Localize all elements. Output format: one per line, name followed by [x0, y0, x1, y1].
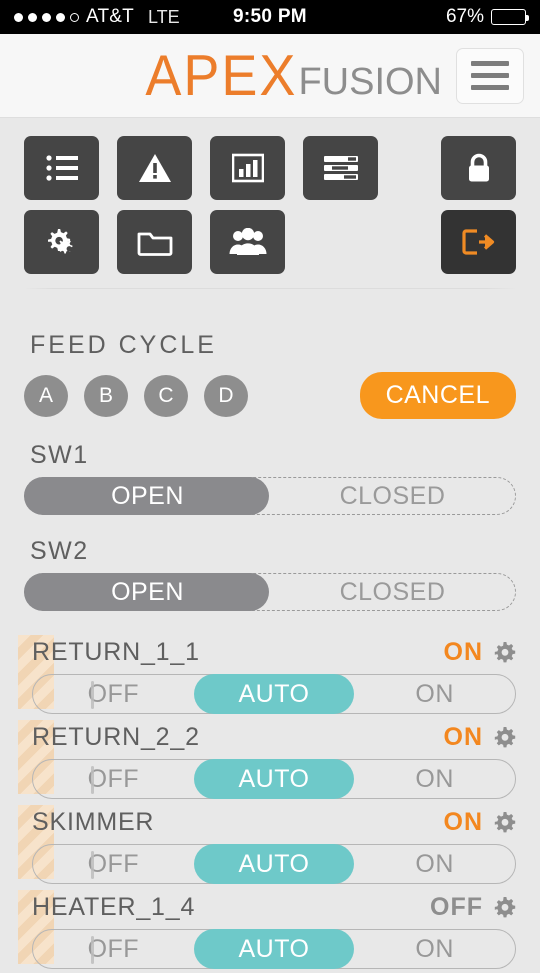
gear-icon[interactable] — [494, 811, 516, 833]
switch-section: SW1 OPEN CLOSED SW2 OPEN CLOSED — [0, 441, 540, 611]
feed-cycle-title: FEED CYCLE — [30, 331, 217, 359]
outlet-list: RETURN_1_1 ON OFF AUTO ON RETURN_2_2 ON — [0, 633, 540, 973]
switch-option-closed[interactable]: CLOSED — [270, 574, 515, 610]
outlet-name-label: RETURN_1_1 — [32, 637, 200, 666]
battery-percent-label: 67% — [445, 6, 484, 27]
list-icon[interactable] — [24, 136, 99, 200]
icon-toolbar — [0, 118, 540, 274]
status-bar-right: 67% — [445, 6, 529, 28]
outlet-mode-toggle[interactable]: OFF AUTO ON — [32, 843, 516, 884]
outlet-mode-on[interactable]: ON — [354, 760, 515, 798]
cancel-button[interactable]: CANCEL — [359, 372, 516, 419]
folder-icon[interactable] — [117, 210, 192, 274]
feed-cycle-controls: A B C D CANCEL — [24, 372, 516, 419]
outlet-mode-toggle[interactable]: OFF AUTO ON — [32, 673, 516, 714]
outlet-mode-off[interactable]: OFF — [33, 675, 194, 713]
lock-icon[interactable] — [441, 136, 516, 200]
outlet-mode-off[interactable]: OFF — [33, 845, 194, 883]
outlet-name-label: SKIMMER — [32, 807, 155, 836]
feed-cycle-button-a[interactable]: A — [24, 374, 68, 417]
sliders-icon[interactable] — [303, 136, 378, 200]
app-logo: APEX FUSION — [145, 43, 442, 108]
outlet-toggle-divider — [90, 766, 94, 794]
toolbar-row-1 — [24, 136, 516, 200]
outlet-mode-toggle[interactable]: OFF AUTO ON — [32, 758, 516, 799]
app-header: APEX FUSION — [0, 34, 540, 118]
outlet-row: SKIMMER ON OFF AUTO ON — [0, 803, 540, 888]
gear-icon[interactable] — [494, 896, 516, 918]
outlet-name-label: HEATER_1_4 — [32, 892, 196, 921]
outlet-mode-auto[interactable]: AUTO — [194, 930, 355, 968]
logo-secondary-text: FUSION — [298, 60, 442, 103]
outlet-toggle-divider — [90, 681, 94, 709]
outlet-header: SKIMMER ON — [0, 803, 540, 841]
outlet-mode-auto[interactable]: AUTO — [194, 675, 355, 713]
outlet-mode-off[interactable]: OFF — [33, 930, 194, 968]
outlet-mode-on[interactable]: ON — [354, 845, 515, 883]
outlet-state-label: ON — [443, 807, 483, 836]
logo-primary-text: APEX — [145, 43, 298, 108]
feed-cycle-button-d[interactable]: D — [204, 374, 248, 417]
outlet-header: RETURN_2_2 ON — [0, 718, 540, 756]
feed-cycle-section: FEED CYCLE A B C D CANCEL — [0, 331, 540, 419]
outlet-row: RETURN_1_1 ON OFF AUTO ON — [0, 633, 540, 718]
outlet-state-label: OFF — [430, 892, 483, 921]
outlet-name-label: RETURN_2_2 — [32, 722, 200, 751]
outlet-mode-auto[interactable]: AUTO — [194, 845, 355, 883]
outlet-toggle-divider — [90, 851, 94, 879]
switch-option-closed[interactable]: CLOSED — [270, 478, 515, 514]
outlet-row: RETURN_2_2 ON OFF AUTO ON — [0, 718, 540, 803]
outlet-state-label: ON — [443, 722, 483, 751]
toolbar-row-2 — [24, 210, 516, 274]
switch-option-open[interactable]: OPEN — [25, 478, 270, 514]
switch-label-sw2: SW2 — [30, 537, 89, 565]
outlet-mode-on[interactable]: ON — [354, 675, 515, 713]
outlet-mode-on[interactable]: ON — [354, 930, 515, 968]
switch-toggle-sw1[interactable]: OPEN CLOSED — [23, 476, 516, 515]
users-icon[interactable] — [210, 210, 285, 274]
switch-label-sw1: SW1 — [30, 441, 89, 469]
outlet-mode-auto[interactable]: AUTO — [194, 760, 355, 798]
section-divider — [24, 288, 516, 289]
gear-icon[interactable] — [494, 726, 516, 748]
switch-block-sw2: SW2 OPEN CLOSED — [23, 537, 516, 611]
bar-chart-icon[interactable] — [210, 136, 285, 200]
battery-icon — [491, 9, 529, 25]
outlet-header: HEATER_1_4 OFF — [0, 888, 540, 926]
switch-block-sw1: SW1 OPEN CLOSED — [23, 441, 516, 515]
switch-option-open[interactable]: OPEN — [25, 574, 270, 610]
logout-icon[interactable] — [441, 210, 516, 274]
outlet-mode-toggle[interactable]: OFF AUTO ON — [32, 928, 516, 969]
outlet-mode-off[interactable]: OFF — [33, 760, 194, 798]
outlet-state-label: ON — [443, 637, 483, 666]
gear-icon[interactable] — [494, 641, 516, 663]
hamburger-icon[interactable] — [456, 47, 524, 104]
outlet-row: HEATER_1_4 OFF OFF AUTO ON — [0, 888, 540, 973]
status-bar: AT&T LTE 9:50 PM 67% — [0, 0, 540, 34]
switch-toggle-sw2[interactable]: OPEN CLOSED — [23, 572, 516, 611]
feed-cycle-button-c[interactable]: C — [144, 374, 188, 417]
outlet-header: RETURN_1_1 ON — [0, 633, 540, 671]
feed-cycle-button-b[interactable]: B — [84, 374, 128, 417]
cogs-icon[interactable] — [24, 210, 99, 274]
warning-triangle-icon[interactable] — [117, 136, 192, 200]
